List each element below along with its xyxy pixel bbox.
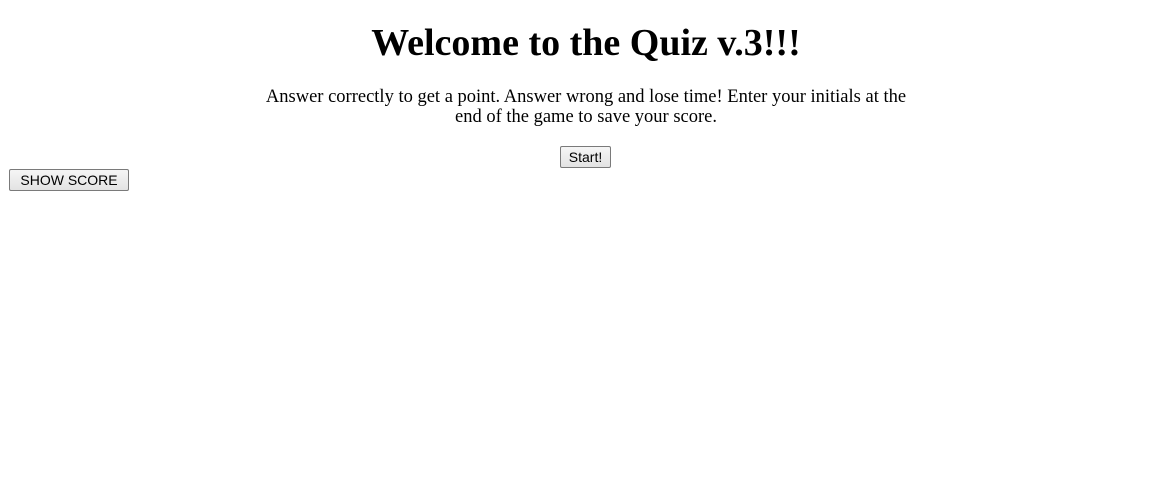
quiz-instructions: Answer correctly to get a point. Answer … <box>265 87 907 127</box>
show-score-button[interactable]: SHOW SCORE <box>9 169 129 191</box>
page-title: Welcome to the Quiz v.3!!! <box>371 22 801 64</box>
start-button[interactable]: Start! <box>560 146 611 168</box>
